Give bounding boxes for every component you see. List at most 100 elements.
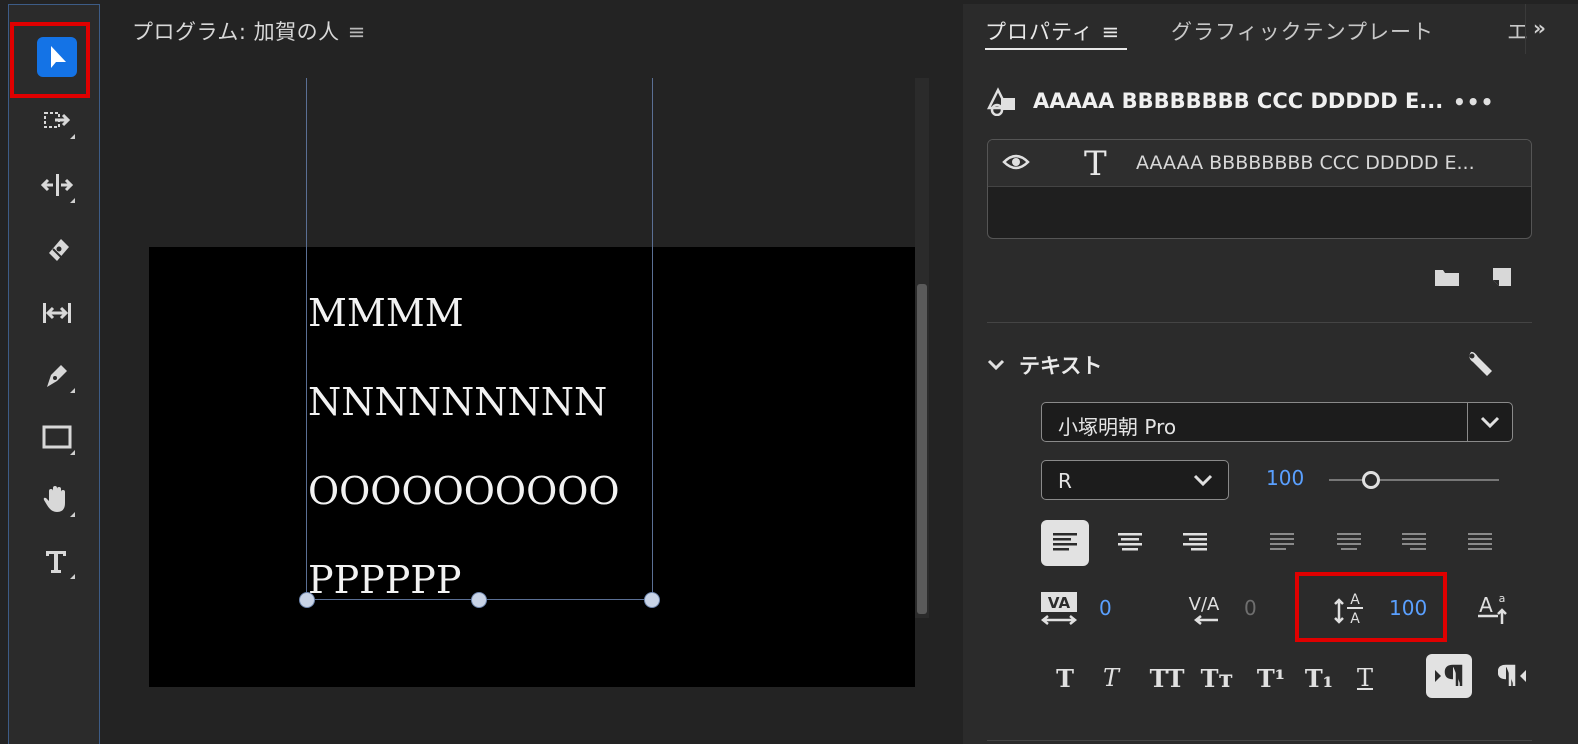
more-options-icon[interactable]: ••• <box>1453 90 1494 114</box>
leading-value[interactable]: 100 <box>1389 596 1427 620</box>
tab-properties[interactable]: プロパティ ≡ <box>985 16 1120 46</box>
video-frame[interactable]: MMMM NNNNNNNNN OOOOOOOOOO PPPPPP <box>149 247 915 687</box>
text-box-left-edge-inner <box>306 247 307 599</box>
tool-group-indicator <box>70 574 75 579</box>
tracking-value[interactable]: 0 <box>1244 596 1257 620</box>
tool-group-indicator <box>70 134 75 139</box>
superscript-button[interactable]: T¹ <box>1253 660 1289 696</box>
svg-text:a: a <box>1499 592 1506 605</box>
track-select-forward-tool[interactable] <box>37 101 77 141</box>
panel-tabs: プロパティ ≡ グラフィックテンプレート エ » <box>963 4 1578 54</box>
visibility-eye-icon[interactable] <box>1002 152 1030 172</box>
layer-row[interactable]: T AAAAA BBBBBBBB CCC DDDDD E... <box>988 140 1531 187</box>
tool-group-indicator <box>70 512 75 517</box>
slip-tool[interactable] <box>37 293 77 333</box>
new-group-folder-icon[interactable] <box>1433 266 1461 288</box>
chevron-down-icon[interactable] <box>987 358 1005 372</box>
svg-text:A: A <box>1350 592 1360 608</box>
active-tab-underline <box>985 48 1127 50</box>
program-monitor-title-text: プログラム: 加賀の人 <box>132 20 340 44</box>
font-style-dropdown[interactable]: R <box>1041 460 1229 500</box>
transform-handle-bottom-left[interactable] <box>299 592 315 608</box>
dropdown-separator <box>1467 403 1468 441</box>
ltr-text-direction-button[interactable] <box>1426 654 1472 698</box>
rtl-text-direction-button[interactable] <box>1491 654 1537 698</box>
chevron-down-icon[interactable] <box>1192 471 1214 489</box>
leading-control[interactable]: A A 100 <box>1329 588 1427 628</box>
faux-bold-button[interactable]: T <box>1049 660 1081 696</box>
video-text-line-2[interactable]: NNNNNNNNN <box>308 380 607 424</box>
chevron-down-icon[interactable] <box>1479 413 1501 431</box>
baseline-shift-control[interactable]: A a <box>1474 588 1514 628</box>
font-size-value[interactable]: 100 <box>1266 466 1304 490</box>
subscript-button[interactable]: T₁ <box>1301 660 1337 696</box>
program-monitor: プログラム: 加賀の人 ≡ MMMM NNNNNNNNN OOOOOOOOOO P… <box>108 4 954 744</box>
underline-button[interactable]: T <box>1349 660 1381 696</box>
new-layer-icon[interactable] <box>1491 266 1513 288</box>
all-caps-button[interactable]: TT <box>1147 660 1187 696</box>
selection-arrow-icon <box>51 46 66 68</box>
selection-tool[interactable] <box>37 37 77 77</box>
align-left-button[interactable] <box>1041 520 1089 566</box>
transform-handle-bottom-center[interactable] <box>471 592 487 608</box>
svg-text:A: A <box>1479 593 1493 617</box>
tool-group-indicator <box>70 198 75 203</box>
slip-icon <box>43 303 71 323</box>
tab-menu-icon[interactable]: ≡ <box>1101 20 1120 44</box>
tracking-icon: V/A <box>1189 594 1220 625</box>
tool-group-indicator <box>70 450 75 455</box>
program-monitor-title[interactable]: プログラム: 加賀の人 ≡ <box>132 16 366 46</box>
ripple-edit-tool[interactable] <box>37 165 77 205</box>
faux-italic-button[interactable]: T <box>1095 660 1127 696</box>
align-right-icon <box>1183 533 1207 551</box>
text-box-right-edge-inner <box>652 247 653 599</box>
more-panels-chevron-icon[interactable]: » <box>1533 16 1546 40</box>
shapes-icon <box>987 87 1015 116</box>
graphic-title-text: AAAAA BBBBBBBB CCC DDDDD E... <box>1033 89 1444 113</box>
align-left-icon <box>1053 533 1077 551</box>
justify-left-icon <box>1270 533 1294 550</box>
justify-all-button[interactable] <box>1456 520 1504 566</box>
transform-handle-bottom-right[interactable] <box>644 592 660 608</box>
pen-tool[interactable] <box>37 355 77 395</box>
small-caps-button[interactable]: Tт <box>1197 660 1237 696</box>
panel-menu-icon[interactable]: ≡ <box>348 20 366 44</box>
kerning-icon: VA <box>1040 592 1078 625</box>
tab-graphics-templates[interactable]: グラフィックテンプレート <box>1171 16 1434 46</box>
font-style-value: R <box>1058 469 1072 493</box>
svg-text:V/A: V/A <box>1189 594 1220 615</box>
svg-text:A: A <box>1350 611 1360 627</box>
razor-tool[interactable] <box>37 229 77 269</box>
video-text-line-1[interactable]: MMMM <box>308 291 464 335</box>
section-divider <box>987 322 1532 323</box>
kerning-control[interactable]: VA 0 <box>1039 588 1112 628</box>
hand-tool[interactable] <box>37 479 77 519</box>
justify-right-button[interactable] <box>1390 520 1438 566</box>
align-right-button[interactable] <box>1171 520 1219 566</box>
video-text-line-3[interactable]: OOOOOOOOOO <box>308 469 620 513</box>
font-family-dropdown[interactable]: 小塚明朝 Pro <box>1041 402 1513 442</box>
vertical-scrollbar-thumb[interactable] <box>917 284 927 614</box>
justify-center-button[interactable] <box>1325 520 1373 566</box>
text-section-label: テキスト <box>1019 354 1103 378</box>
font-size-slider-track[interactable] <box>1329 479 1499 481</box>
video-text-line-4[interactable]: PPPPPP <box>308 558 461 602</box>
font-size-slider-knob[interactable] <box>1362 471 1380 489</box>
svg-text:VA: VA <box>1048 594 1071 612</box>
text-section-header[interactable]: テキスト <box>987 350 1102 380</box>
font-family-value: 小塚明朝 Pro <box>1058 415 1177 439</box>
justify-left-button[interactable] <box>1258 520 1306 566</box>
wrench-icon[interactable] <box>1465 348 1495 378</box>
tool-group-indicator <box>70 388 75 393</box>
rectangle-tool[interactable] <box>37 417 77 457</box>
type-tool[interactable] <box>37 541 77 581</box>
align-center-button[interactable] <box>1106 520 1154 566</box>
ltr-paragraph-icon <box>1435 664 1463 686</box>
kerning-value[interactable]: 0 <box>1099 596 1112 620</box>
tracking-control[interactable]: V/A 0 <box>1184 588 1257 628</box>
tab-separator <box>1525 4 1526 54</box>
justify-all-icon <box>1468 533 1492 550</box>
align-center-icon <box>1118 533 1142 551</box>
tab-properties-label: プロパティ <box>985 20 1094 44</box>
justify-center-icon <box>1337 533 1361 550</box>
